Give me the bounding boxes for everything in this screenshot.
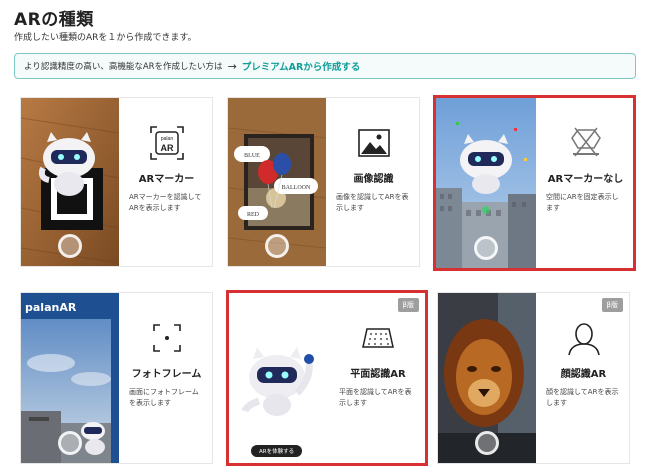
beta-badge: β版 xyxy=(397,298,419,312)
card-description: 空間にARを固定表示し ます xyxy=(546,193,619,212)
page-title: ARの種類 xyxy=(14,10,94,30)
card-title: 平面認識AR xyxy=(350,369,406,380)
marker-icon-top-label: palan xyxy=(160,136,172,142)
card-plane-recognition[interactable]: ARを体験する β版 平面認識AR 平面を認識してARを表 示します xyxy=(226,290,428,466)
notice-text: より認識精度の高い、高機能なARを作成したい方は xyxy=(24,62,223,72)
shutter-button[interactable] xyxy=(265,234,289,258)
premium-ar-link[interactable]: プレミアムARから作成する xyxy=(242,59,361,73)
page-subtitle: 作成したい種類のARを１から作成できます。 xyxy=(14,33,197,43)
shutter-button[interactable] xyxy=(58,234,82,258)
card-title: ARマーカーなし xyxy=(547,174,624,185)
plane-grid-icon xyxy=(362,328,394,348)
no-marker-icon xyxy=(570,127,601,157)
shutter-button[interactable] xyxy=(474,236,498,260)
palan-ar-logo: palanAR xyxy=(25,301,77,314)
shutter-button[interactable] xyxy=(475,431,499,455)
card-description: 平面を認識してARを表 示します xyxy=(339,388,412,407)
try-ar-button[interactable]: ARを体験する xyxy=(251,445,303,457)
card-title: フォトフレーム xyxy=(131,369,202,380)
card-ar-marker[interactable]: palan AR ARマーカー ARマーカーを認識して ARを表示します xyxy=(20,97,213,267)
premium-notice: より認識精度の高い、高機能なARを作成したい方は → プレミアムARから作成する xyxy=(14,53,636,79)
balloon-text-2: BALLOON xyxy=(282,185,311,191)
card-description: 顔を認識してARを表示 します xyxy=(546,388,619,407)
face-icon xyxy=(567,323,600,356)
card-photo: ARを体験する xyxy=(229,293,329,463)
marker-icon-bottom-label: AR xyxy=(160,143,173,153)
card-ar-markerless[interactable]: ARマーカーなし 空間にARを固定表示し ます xyxy=(433,95,636,271)
shutter-button[interactable] xyxy=(58,431,82,455)
card-title: 顔認識AR xyxy=(560,369,607,380)
beta-badge: β版 xyxy=(601,298,623,312)
focus-frame-icon xyxy=(152,324,181,352)
card-image-recognition[interactable]: BLUE BALLOON RED 画像認識 画像を認識してARを表 示します xyxy=(227,97,420,267)
balloon-text-1: BLUE xyxy=(244,153,260,159)
image-icon xyxy=(357,129,390,157)
card-face-recognition[interactable]: β版 顔認識AR 顔を認識してARを表示 します xyxy=(437,292,630,464)
card-photo xyxy=(21,98,119,266)
card-photo xyxy=(438,293,536,463)
card-title: 画像認識 xyxy=(353,174,394,185)
card-description: 画面にフォトフレーム を表示します xyxy=(129,388,199,407)
arrow-right-icon: → xyxy=(227,59,237,73)
card-photo: palanAR xyxy=(21,293,119,463)
balloon-text-3: RED xyxy=(247,212,260,218)
card-description: ARマーカーを認識して ARを表示します xyxy=(129,193,202,212)
palan-ar-marker-icon: palan AR xyxy=(149,126,184,160)
card-photo: BLUE BALLOON RED xyxy=(228,98,326,266)
card-title: ARマーカー xyxy=(138,174,195,185)
card-photo-frame[interactable]: palanAR フォトフレーム 画面にフォトフレーム を表示します xyxy=(20,292,213,464)
card-photo xyxy=(436,98,536,268)
card-description: 画像を認識してARを表 示します xyxy=(336,193,409,212)
